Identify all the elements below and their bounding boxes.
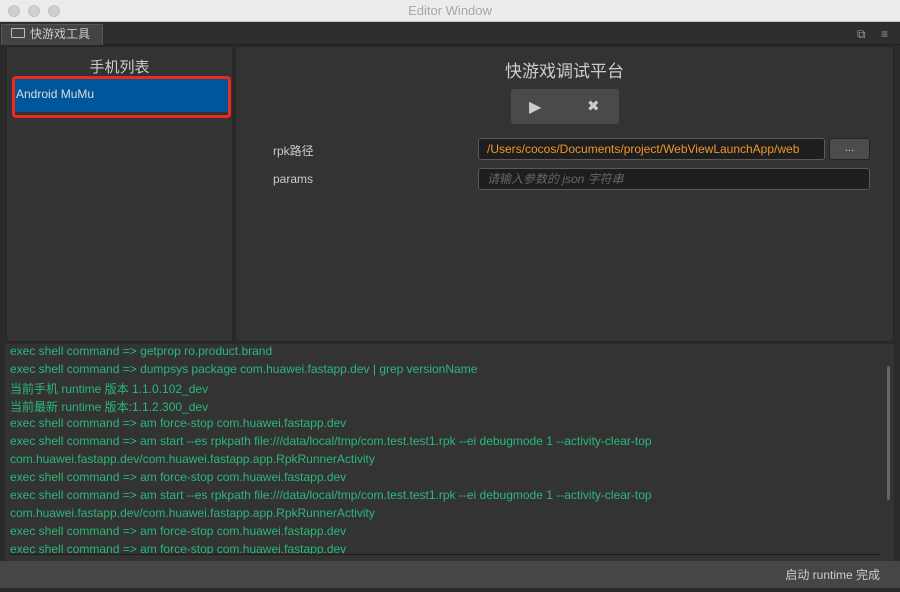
tab-bar: 快游戏工具 ⧉ ≡ xyxy=(0,22,900,45)
log-line: exec shell command => am force-stop com.… xyxy=(10,524,347,538)
debug-title: 快游戏调试平台 xyxy=(505,62,624,81)
rpk-path-label: rpk路径 xyxy=(273,144,314,158)
menu-icon[interactable]: ≡ xyxy=(881,28,888,40)
log-line: 当前最新 runtime 版本:1.1.2.300_dev xyxy=(10,400,209,414)
params-label: params xyxy=(273,172,314,186)
title-bar: Editor Window xyxy=(0,0,900,22)
close-icon[interactable]: ✖ xyxy=(587,97,600,115)
log-scrollbar[interactable] xyxy=(887,366,890,500)
device-list-title: 手机列表 xyxy=(89,59,150,76)
params-input[interactable]: 请输入参数的 json 字符串 xyxy=(478,168,870,190)
close-window-button[interactable] xyxy=(8,5,20,17)
log-line: exec shell command => am force-stop com.… xyxy=(10,416,347,430)
panel-icon xyxy=(11,28,25,38)
minimize-window-button[interactable] xyxy=(28,5,40,17)
popout-icon[interactable]: ⧉ xyxy=(857,28,866,40)
device-item[interactable]: Android MuMu xyxy=(15,79,228,112)
control-group: ▶ ✖ xyxy=(511,89,619,124)
log-line: exec shell command => getprop ro.product… xyxy=(10,344,273,358)
zoom-window-button[interactable] xyxy=(48,5,60,17)
log-line: 当前手机 runtime 版本 1.1.0.102_dev xyxy=(10,382,209,396)
play-button[interactable]: ▶ xyxy=(529,97,541,117)
status-bar: 启动 runtime 完成 xyxy=(0,561,900,588)
log-console: exec shell command => getprop ro.product… xyxy=(5,344,894,561)
log-line: exec shell command => am force-stop com.… xyxy=(10,542,347,554)
log-line: exec shell command => dumpsys package co… xyxy=(10,362,478,376)
log-line: com.huawei.fastapp.dev/com.huawei.fastap… xyxy=(10,506,375,520)
log-line: com.huawei.fastapp.dev/com.huawei.fastap… xyxy=(10,452,375,466)
log-divider xyxy=(10,554,880,561)
tab-label: 快游戏工具 xyxy=(30,27,91,41)
window-title: Editor Window xyxy=(408,3,492,18)
tab-fast-game-tool[interactable]: 快游戏工具 xyxy=(1,24,103,45)
log-line: exec shell command => am start --es rpkp… xyxy=(10,488,652,502)
log-line: exec shell command => am start --es rpkp… xyxy=(10,434,652,448)
log-line: exec shell command => am force-stop com.… xyxy=(10,470,347,484)
device-item-highlight: Android MuMu xyxy=(12,76,231,118)
rpk-path-input[interactable]: /Users/cocos/Documents/project/WebViewLa… xyxy=(478,138,825,160)
status-text: 启动 runtime 完成 xyxy=(785,568,880,582)
browse-button[interactable]: ... xyxy=(829,138,870,160)
